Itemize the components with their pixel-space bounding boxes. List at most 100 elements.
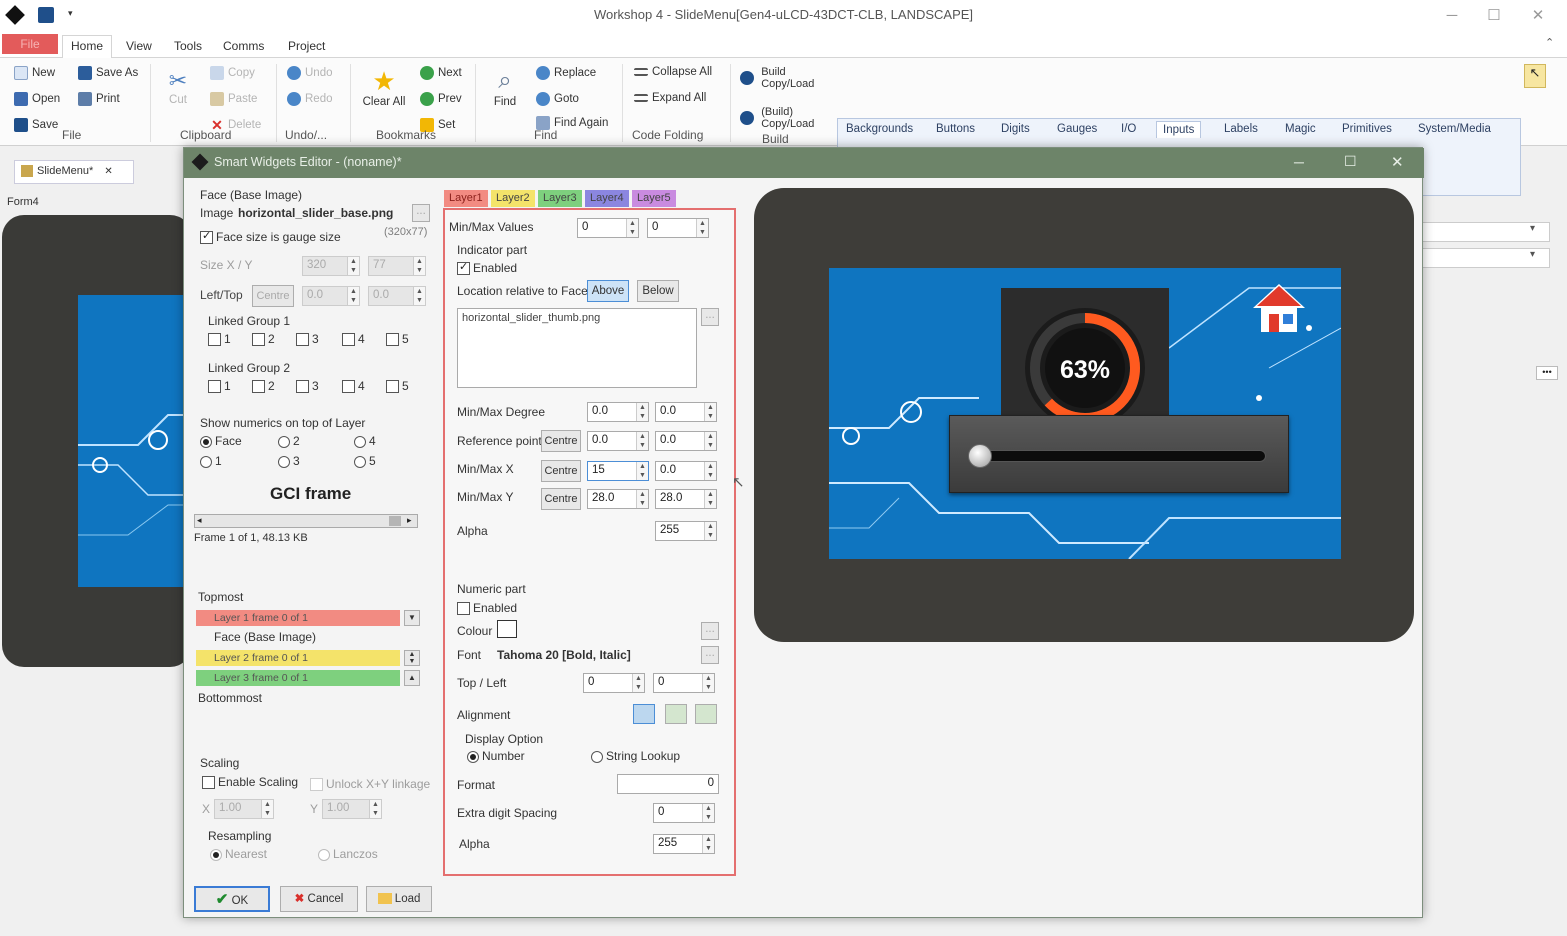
numeric-left-input[interactable]: 0 ▲ ▼: [653, 673, 715, 693]
layer-1-frame-bar[interactable]: Layer 1 frame 0 of 1: [196, 610, 400, 626]
layer-1-dropdown-icon[interactable]: ▼: [404, 610, 420, 626]
palette-tab-inputs[interactable]: Inputs: [1156, 121, 1202, 138]
size-x-input[interactable]: 320 ▲ ▼: [302, 256, 360, 276]
slider-thumb[interactable]: [968, 444, 992, 468]
radio-5[interactable]: 5: [354, 454, 376, 468]
align-center-icon[interactable]: [665, 704, 687, 724]
cut-button[interactable]: ✂ Cut: [160, 68, 196, 106]
unlock-xy-checkbox[interactable]: Unlock X+Y linkage: [310, 777, 430, 792]
cancel-button[interactable]: ✖ Cancel: [280, 886, 358, 912]
align-left-icon[interactable]: [633, 704, 655, 724]
dialog-minimize-icon[interactable]: ─: [1294, 154, 1304, 170]
top-input[interactable]: 0.0 ▲ ▼: [368, 286, 426, 306]
thumb-browse-button[interactable]: ...: [701, 308, 719, 326]
degree-max-input[interactable]: 0.0 ▲ ▼: [655, 402, 717, 422]
pointer-tool-icon[interactable]: ↖: [1524, 64, 1546, 88]
left-input[interactable]: 0.0 ▲ ▼: [302, 286, 360, 306]
home-icon[interactable]: [1249, 280, 1309, 336]
radio-nearest[interactable]: Nearest: [210, 847, 267, 861]
tab-layer4[interactable]: Layer4: [585, 190, 629, 207]
linked1-2-checkbox[interactable]: 2: [252, 332, 275, 347]
linked2-3-checkbox[interactable]: 3: [296, 379, 319, 394]
open-button[interactable]: Open: [14, 92, 60, 106]
palette-tab-labels[interactable]: Labels: [1218, 121, 1264, 137]
indicator-enabled-checkbox[interactable]: Enabled: [457, 260, 517, 276]
horizontal-slider-base[interactable]: [949, 415, 1289, 493]
colour-swatch[interactable]: [497, 620, 517, 638]
radio-string-lookup[interactable]: String Lookup: [591, 749, 680, 763]
find-button[interactable]: ⌕ Find: [484, 66, 526, 108]
max-value-input[interactable]: 0 ▲ ▼: [647, 218, 709, 238]
minmax-y-centre-button[interactable]: Centre: [541, 488, 581, 510]
frame-scrollbar[interactable]: ◂ ▸: [194, 514, 418, 528]
size-y-input[interactable]: 77 ▲ ▼: [368, 256, 426, 276]
scroll-right-icon[interactable]: ▸: [407, 515, 412, 526]
load-button[interactable]: Load: [366, 886, 432, 912]
scroll-thumb[interactable]: [389, 516, 401, 526]
linked1-3-checkbox[interactable]: 3: [296, 332, 319, 347]
thumb-file-box[interactable]: horizontal_slider_thumb.png: [457, 308, 697, 388]
palette-tab-system-media[interactable]: System/Media: [1412, 121, 1497, 137]
tab-home[interactable]: Home: [62, 35, 113, 59]
prev-bookmark-button[interactable]: Prev: [420, 92, 462, 106]
minimize-icon[interactable]: ─: [1432, 4, 1472, 28]
reference-x-input[interactable]: 0.0 ▲ ▼: [587, 431, 649, 451]
linked1-4-checkbox[interactable]: 4: [342, 332, 365, 347]
copy-button[interactable]: Copy: [210, 66, 255, 80]
radio-face[interactable]: Face: [200, 434, 242, 448]
palette-tab-digits[interactable]: Digits: [995, 121, 1036, 137]
radio-4[interactable]: 4: [354, 434, 376, 448]
below-button[interactable]: Below: [637, 280, 679, 302]
more-options-icon[interactable]: •••: [1536, 366, 1558, 380]
font-browse-button[interactable]: ...: [701, 646, 719, 664]
x-max-input[interactable]: 0.0 ▲ ▼: [655, 461, 717, 481]
radio-1[interactable]: 1: [200, 454, 222, 468]
tab-project[interactable]: Project: [280, 36, 333, 58]
clear-all-bookmarks-button[interactable]: ★ Clear All: [358, 66, 410, 108]
y-max-input[interactable]: 28.0 ▲ ▼: [655, 489, 717, 509]
expand-all-button[interactable]: Expand All: [634, 92, 706, 104]
tab-view[interactable]: View: [118, 36, 160, 58]
build-copy-load-button[interactable]: Build Copy/Load: [740, 66, 821, 90]
y-min-input[interactable]: 28.0 ▲ ▼: [587, 489, 649, 509]
tab-layer2[interactable]: Layer2: [491, 190, 535, 207]
radio-number[interactable]: Number: [467, 749, 525, 763]
tab-file[interactable]: File: [2, 34, 58, 54]
save-as-button[interactable]: Save As: [78, 66, 138, 80]
scale-y-input[interactable]: 1.00 ▲ ▼: [322, 799, 382, 819]
tab-comms[interactable]: Comms: [215, 36, 272, 58]
indicator-alpha-input[interactable]: 255 ▲ ▼: [655, 521, 717, 541]
face-size-checkbox[interactable]: Face size is gauge size: [200, 229, 341, 245]
numeric-enabled-checkbox[interactable]: Enabled: [457, 601, 517, 616]
linked2-1-checkbox[interactable]: 1: [208, 379, 231, 394]
save-button[interactable]: Save: [14, 118, 58, 132]
maximize-icon[interactable]: ☐: [1474, 4, 1514, 28]
layer-2-frame-bar[interactable]: Layer 2 frame 0 of 1: [196, 650, 400, 666]
radio-lanczos[interactable]: Lanczos: [318, 847, 378, 861]
tab-close-icon[interactable]: ✕: [104, 166, 112, 177]
image-browse-button[interactable]: ...: [412, 204, 430, 222]
palette-tab-io[interactable]: I/O: [1115, 121, 1142, 137]
combo-chevron-down-icon[interactable]: ▾: [1530, 223, 1535, 234]
linked2-2-checkbox[interactable]: 2: [252, 379, 275, 394]
next-bookmark-button[interactable]: Next: [420, 66, 462, 80]
palette-tab-magic[interactable]: Magic: [1279, 121, 1322, 137]
linked2-4-checkbox[interactable]: 4: [342, 379, 365, 394]
x-min-input[interactable]: 15 ▲ ▼: [587, 461, 649, 481]
tab-tools[interactable]: Tools: [166, 36, 210, 58]
numeric-top-input[interactable]: 0 ▲ ▼: [583, 673, 645, 693]
dialog-close-icon[interactable]: ✕: [1391, 153, 1404, 171]
document-tab[interactable]: SlideMenu* ✕: [14, 160, 134, 184]
reference-y-input[interactable]: 0.0 ▲ ▼: [655, 431, 717, 451]
palette-tab-buttons[interactable]: Buttons: [930, 121, 981, 137]
close-icon[interactable]: ✕: [1518, 4, 1558, 28]
palette-tab-primitives[interactable]: Primitives: [1336, 121, 1398, 137]
minmax-x-centre-button[interactable]: Centre: [541, 460, 581, 482]
extra-digit-spacing-input[interactable]: 0 ▲ ▼: [653, 803, 715, 823]
goto-button[interactable]: Goto: [536, 92, 579, 106]
copy-load-button[interactable]: (Build) Copy/Load: [740, 106, 821, 130]
numeric-alpha-input[interactable]: 255 ▲ ▼: [653, 834, 715, 854]
linked1-1-checkbox[interactable]: 1: [208, 332, 231, 347]
above-button[interactable]: Above: [587, 280, 629, 302]
tab-layer1[interactable]: Layer1: [444, 190, 488, 207]
